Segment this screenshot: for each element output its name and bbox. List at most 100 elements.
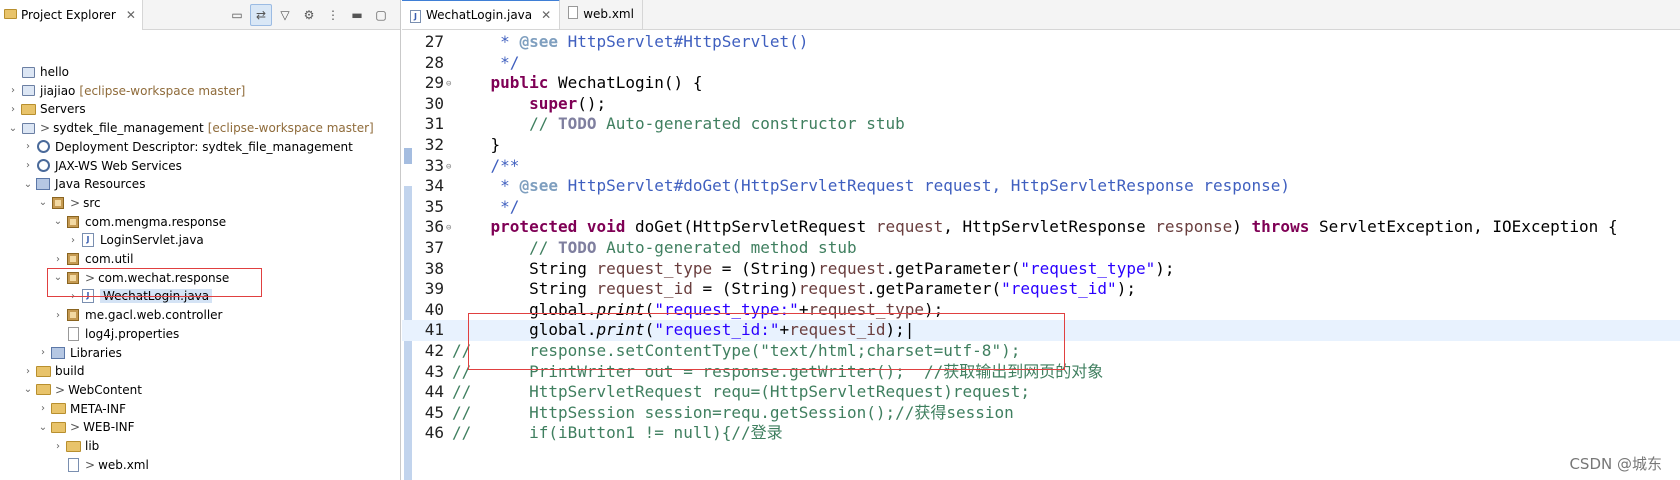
tab-wechatlogin-java[interactable]: J WechatLogin.java ✕ bbox=[402, 0, 561, 29]
tree-item[interactable]: > web.xml bbox=[51, 455, 149, 475]
tree-item[interactable]: › build bbox=[21, 361, 85, 381]
collapsed-chevron-icon[interactable]: › bbox=[51, 254, 65, 265]
code-line: 45 // HttpSession session=requ.getSession… bbox=[402, 403, 1680, 424]
tree-item[interactable]: ⌄ > WebContent bbox=[21, 380, 142, 400]
fold-toggle-icon[interactable]: ⊖ bbox=[446, 157, 451, 178]
line-number: 39 bbox=[424, 279, 444, 299]
line-number: 28 bbox=[424, 52, 444, 72]
tree-item-label: META-INF bbox=[70, 401, 127, 416]
collapsed-chevron-icon[interactable]: › bbox=[36, 347, 50, 358]
tree-item[interactable]: › me.gacl.web.controller bbox=[51, 305, 222, 325]
minimize-icon[interactable]: ▬ bbox=[346, 4, 368, 26]
collapsed-chevron-icon[interactable]: › bbox=[66, 235, 80, 246]
tree-item[interactable]: › JAX-WS Web Services bbox=[21, 156, 182, 176]
filter-icon[interactable]: ▽ bbox=[274, 4, 296, 26]
tree-item-label: JAX-WS Web Services bbox=[55, 158, 182, 173]
line-number: 40 bbox=[424, 299, 444, 319]
tree-item[interactable]: › J LoginServlet.java bbox=[66, 230, 204, 250]
expanded-chevron-icon[interactable]: ⌄ bbox=[36, 197, 50, 208]
tab-web-xml[interactable]: web.xml bbox=[560, 0, 643, 29]
package-icon bbox=[65, 307, 81, 323]
tree-item[interactable]: › META-INF bbox=[36, 399, 126, 419]
git-dirty-marker: > bbox=[70, 420, 81, 435]
collapsed-chevron-icon[interactable]: › bbox=[51, 310, 65, 321]
code-line: 27 * @see HttpServlet#HttpServlet() bbox=[402, 32, 1680, 53]
tree-item[interactable]: ⌄ > src bbox=[36, 193, 101, 213]
collapsed-chevron-icon[interactable]: › bbox=[21, 141, 35, 152]
collapsed-chevron-icon[interactable]: › bbox=[21, 160, 35, 171]
collapsed-chevron-icon[interactable]: › bbox=[51, 441, 65, 452]
tree-item-label: Java Resources bbox=[55, 177, 146, 192]
collapsed-chevron-icon[interactable]: › bbox=[6, 104, 20, 115]
view-options-icon[interactable]: ⚙ bbox=[298, 4, 320, 26]
code-text: // TODO Auto-generated constructor stub bbox=[529, 114, 905, 134]
line-number: 31 bbox=[424, 114, 444, 134]
code-line: 31 // TODO Auto-generated constructor st… bbox=[402, 114, 1680, 135]
highlight-box-file bbox=[47, 268, 262, 297]
tree-item-label: web.xml bbox=[98, 457, 149, 472]
tab-label: WechatLogin.java bbox=[426, 8, 533, 22]
git-branch-label: [eclipse-workspace master] bbox=[79, 83, 246, 98]
expanded-chevron-icon[interactable]: ⌄ bbox=[21, 179, 35, 190]
expanded-chevron-icon[interactable]: ⌄ bbox=[51, 216, 65, 227]
project-explorer-tab[interactable]: Project Explorer ✕ bbox=[0, 0, 143, 30]
tree-item[interactable]: › lib bbox=[51, 436, 99, 456]
tree-item[interactable]: hello bbox=[6, 62, 69, 82]
tree-item[interactable]: › com.util bbox=[51, 249, 133, 269]
code-line: 36 ⊖ protected void doGet(HttpServletRequ… bbox=[402, 217, 1680, 238]
package-icon bbox=[65, 214, 81, 230]
line-number: 29 bbox=[424, 73, 444, 93]
git-dirty-marker: > bbox=[55, 382, 66, 397]
folder-icon bbox=[65, 438, 81, 454]
tree-item[interactable]: › Libraries bbox=[36, 343, 122, 363]
descriptor-icon bbox=[35, 139, 51, 155]
java-file-icon: J bbox=[80, 232, 96, 248]
code-line: 28 */ bbox=[402, 53, 1680, 74]
tree-item[interactable]: › Servers bbox=[6, 99, 86, 119]
git-dirty-marker: > bbox=[85, 457, 96, 472]
tree-item[interactable]: ⌄ com.mengma.response bbox=[51, 212, 226, 232]
folder-icon bbox=[50, 401, 66, 417]
line-number: 35 bbox=[424, 196, 444, 216]
tree-item[interactable]: ⌄ > sydtek_file_management [eclipse-workspa… bbox=[6, 118, 374, 138]
expanded-chevron-icon[interactable]: ⌄ bbox=[21, 384, 35, 395]
folder-icon bbox=[35, 382, 51, 398]
tree-item[interactable]: log4j.properties bbox=[51, 324, 179, 344]
collapsed-chevron-icon[interactable]: › bbox=[36, 403, 50, 414]
project-explorer-title: Project Explorer bbox=[21, 7, 116, 22]
git-dirty-marker: > bbox=[40, 121, 51, 136]
code-line: 30 super(); bbox=[402, 94, 1680, 115]
xml-file-icon bbox=[568, 6, 579, 22]
code-line: 37 // TODO Auto-generated method stub bbox=[402, 238, 1680, 259]
tree-item[interactable]: › Deployment Descriptor: sydtek_file_mana… bbox=[21, 137, 353, 157]
tree-item[interactable]: ⌄ Java Resources bbox=[21, 174, 146, 194]
expanded-chevron-icon[interactable]: ⌄ bbox=[6, 123, 20, 134]
fold-toggle-icon[interactable]: ⊖ bbox=[446, 74, 451, 95]
maximize-icon[interactable]: ▢ bbox=[370, 4, 392, 26]
package-icon bbox=[65, 251, 81, 267]
code-text: * @see HttpServlet#HttpServlet() bbox=[500, 32, 809, 51]
tree-item[interactable]: ⌄ > WEB-INF bbox=[36, 417, 135, 437]
fold-toggle-icon[interactable]: ⊖ bbox=[446, 218, 451, 239]
code-text: String request_type = (String)request.ge… bbox=[452, 258, 1175, 278]
project-icon bbox=[20, 64, 36, 80]
collapsed-chevron-icon[interactable]: › bbox=[6, 85, 20, 96]
line-number: 41 bbox=[424, 320, 444, 340]
line-number: 34 bbox=[424, 176, 444, 196]
tab-label: web.xml bbox=[583, 7, 634, 21]
tree-item-label: log4j.properties bbox=[85, 326, 180, 341]
collapsed-chevron-icon[interactable]: › bbox=[21, 366, 35, 377]
expanded-chevron-icon[interactable]: ⌄ bbox=[36, 422, 50, 433]
close-tab-icon[interactable]: ✕ bbox=[541, 8, 551, 22]
line-number: 45 bbox=[424, 402, 444, 422]
package-icon bbox=[50, 195, 66, 211]
code-area[interactable]: 27 * @see HttpServlet#HttpServlet() 28 */… bbox=[402, 31, 1680, 480]
code-line: 34 * @see HttpServlet#doGet(HttpServletR… bbox=[402, 176, 1680, 197]
code-editor: J WechatLogin.java ✕ web.xml 27 * @see Http… bbox=[402, 0, 1680, 480]
collapse-all-icon[interactable]: ▭ bbox=[226, 4, 248, 26]
view-menu-icon[interactable]: ⋮ bbox=[322, 4, 344, 26]
line-number: 36 bbox=[424, 217, 444, 237]
close-icon[interactable]: ✕ bbox=[126, 8, 136, 22]
link-editor-icon[interactable]: ⇄ bbox=[250, 3, 272, 26]
tree-item[interactable]: › jiajiao [eclipse-workspace master] bbox=[6, 81, 245, 101]
